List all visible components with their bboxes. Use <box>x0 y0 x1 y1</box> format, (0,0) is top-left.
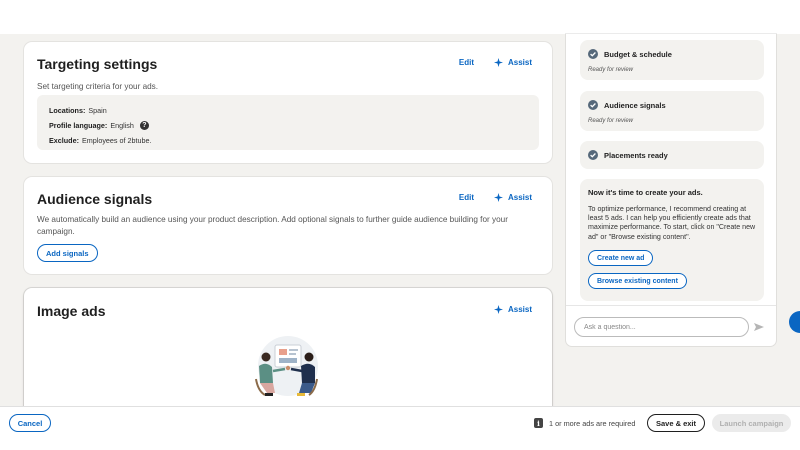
image-ads-assist-label: Assist <box>507 305 532 314</box>
targeting-settings-card: Targeting settings Edit Assist Set targe… <box>24 42 552 163</box>
image-ads-title: Image ads <box>37 303 106 319</box>
image-ads-assist-button[interactable]: Assist <box>493 305 532 314</box>
step-status: Ready for review <box>588 118 634 124</box>
send-icon[interactable] <box>754 322 764 332</box>
sparkle-icon <box>493 193 503 202</box>
save-exit-button[interactable]: Save & exit <box>647 414 705 432</box>
step-title: Placements ready <box>604 150 668 160</box>
step-audience-signals[interactable]: Audience signals Ready for review <box>580 91 764 131</box>
top-bar <box>0 0 800 34</box>
question-circle-icon[interactable]: ? <box>139 121 149 130</box>
targeting-edit-button[interactable]: Edit <box>459 58 474 67</box>
assistant-panel: Budget & schedule Ready for review Audie… <box>566 34 776 346</box>
profile-language-value: English <box>110 121 134 130</box>
profile-language-row: Profile language: English ? <box>49 118 527 133</box>
targeting-settings-title: Targeting settings <box>37 56 158 72</box>
targeting-assist-label: Assist <box>507 58 532 67</box>
ads-requirement-text: 1 or more ads are required <box>549 419 636 428</box>
panel-divider <box>566 305 776 306</box>
image-ads-actions: Assist <box>493 305 532 314</box>
ask-question-input[interactable] <box>574 317 749 337</box>
audience-assist-label: Assist <box>507 193 532 202</box>
step-status: Ready for review <box>588 67 634 73</box>
exclude-row: Exclude: Employees of 2btube. <box>49 133 527 148</box>
targeting-details: Locations: Spain Profile language: Engli… <box>37 95 539 150</box>
targeting-description: Set targeting criteria for your ads. <box>37 82 159 91</box>
exclude-label: Exclude: <box>49 136 79 145</box>
locations-label: Locations: <box>49 106 86 115</box>
step-title: Budget & schedule <box>604 49 672 59</box>
assistant-message: Now it's time to create your ads. To opt… <box>580 179 764 301</box>
step-title: Audience signals <box>604 100 666 110</box>
browse-existing-content-button[interactable]: Browse existing content <box>588 273 687 289</box>
audience-assist-button[interactable]: Assist <box>493 193 532 202</box>
profile-language-label: Profile language: <box>49 121 108 130</box>
check-circle-icon <box>588 150 598 160</box>
audience-description: We automatically build an audience using… <box>37 215 508 236</box>
exclude-value: Employees of 2btube. <box>81 136 152 145</box>
locations-value: Spain <box>88 106 107 115</box>
check-circle-icon <box>588 100 598 110</box>
message-title: Now it's time to create your ads. <box>588 188 703 197</box>
sparkle-icon <box>493 305 503 314</box>
check-circle-icon <box>588 49 598 59</box>
cancel-button[interactable]: Cancel <box>9 414 51 432</box>
message-body: To optimize performance, I recommend cre… <box>588 205 756 241</box>
step-placements[interactable]: Placements ready <box>580 141 764 169</box>
audience-signals-card: Audience signals Edit Assist We automati… <box>24 177 552 274</box>
create-new-ad-button[interactable]: Create new ad <box>588 250 654 266</box>
targeting-actions: Edit Assist <box>459 58 532 67</box>
add-signals-button[interactable]: Add signals <box>37 244 98 262</box>
footer-bar: Cancel i 1 or more ads are required Save… <box>0 406 800 450</box>
targeting-assist-button[interactable]: Assist <box>493 58 532 67</box>
people-collaborating-illustration <box>255 336 318 396</box>
audience-actions: Edit Assist <box>459 193 532 202</box>
audience-edit-button[interactable]: Edit <box>459 193 474 202</box>
locations-row: Locations: Spain <box>49 103 527 118</box>
image-ads-card: Image ads Assist <box>24 288 552 406</box>
sparkle-icon <box>493 58 503 67</box>
launch-campaign-button[interactable]: Launch campaign <box>712 414 791 432</box>
audience-signals-title: Audience signals <box>37 191 153 207</box>
info-icon: i <box>534 418 543 428</box>
step-budget-schedule[interactable]: Budget & schedule Ready for review <box>580 40 764 80</box>
